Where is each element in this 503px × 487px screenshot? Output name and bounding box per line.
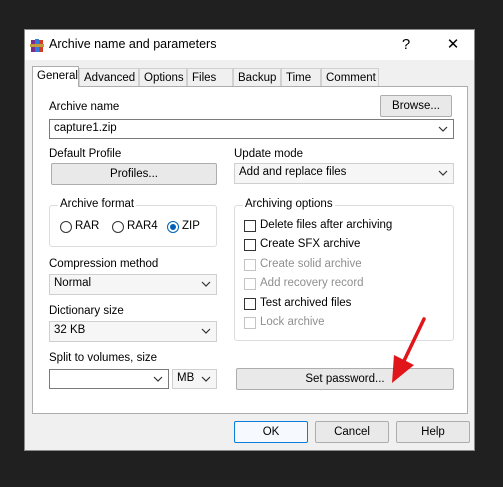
dictionary-size-combo[interactable]: 32 KB bbox=[49, 321, 217, 342]
checkbox-lock-archive bbox=[244, 317, 256, 329]
tab-advanced[interactable]: Advanced bbox=[79, 68, 139, 86]
radio-zip-label: ZIP bbox=[182, 220, 200, 232]
help-title-button[interactable]: ? bbox=[396, 35, 416, 55]
split-volumes-combo[interactable] bbox=[49, 369, 169, 389]
archive-name-value: capture1.zip bbox=[54, 122, 117, 134]
compression-method-combo[interactable]: Normal bbox=[49, 274, 217, 295]
archive-format-group: Archive format RAR RAR4 ZIP bbox=[49, 198, 217, 247]
red-arrow-icon bbox=[392, 317, 426, 383]
help-button[interactable]: Help bbox=[396, 421, 470, 443]
checkbox-test-files-label: Test archived files bbox=[260, 297, 352, 309]
checkbox-test-files[interactable] bbox=[244, 298, 256, 310]
chevron-down-icon bbox=[438, 126, 448, 132]
checkbox-delete-files[interactable] bbox=[244, 220, 256, 232]
dictionary-size-label: Dictionary size bbox=[49, 305, 124, 317]
checkbox-create-solid-label: Create solid archive bbox=[260, 258, 362, 270]
checkbox-create-sfx[interactable] bbox=[244, 239, 256, 251]
dictionary-size-value: 32 KB bbox=[54, 324, 86, 336]
chevron-down-icon bbox=[201, 328, 211, 334]
default-profile-label: Default Profile bbox=[49, 148, 122, 160]
cancel-button[interactable]: Cancel bbox=[315, 421, 389, 443]
dialog-window: Archive name and parameters ? ✕ General … bbox=[24, 29, 475, 451]
radio-zip[interactable] bbox=[167, 221, 179, 233]
tab-options[interactable]: Options bbox=[139, 68, 187, 86]
radio-rar4-label: RAR4 bbox=[127, 220, 158, 232]
checkbox-delete-files-label: Delete files after archiving bbox=[260, 219, 393, 231]
checkbox-create-sfx-label: Create SFX archive bbox=[260, 238, 361, 250]
compression-method-value: Normal bbox=[54, 277, 92, 289]
split-volumes-label: Split to volumes, size bbox=[49, 352, 158, 364]
browse-button[interactable]: Browse... bbox=[380, 95, 452, 117]
title-bar[interactable]: Archive name and parameters ? ✕ bbox=[25, 30, 474, 60]
checkbox-recovery-record-label: Add recovery record bbox=[260, 277, 364, 289]
chevron-down-icon bbox=[153, 376, 163, 382]
chevron-down-icon bbox=[201, 281, 211, 287]
tab-files[interactable]: Files bbox=[187, 68, 233, 86]
tab-comment[interactable]: Comment bbox=[321, 68, 379, 86]
radio-rar[interactable] bbox=[60, 221, 72, 233]
general-panel: Archive name Browse... capture1.zip Defa… bbox=[32, 86, 468, 414]
split-unit-value: MB bbox=[177, 372, 195, 384]
winrar-books-icon bbox=[30, 39, 44, 52]
radio-rar4[interactable] bbox=[112, 221, 124, 233]
update-mode-label: Update mode bbox=[234, 148, 304, 160]
archiving-options-title: Archiving options bbox=[243, 198, 335, 210]
chevron-down-icon bbox=[201, 376, 211, 382]
archive-name-label: Archive name bbox=[49, 101, 120, 113]
update-mode-value: Add and replace files bbox=[239, 166, 347, 178]
checkbox-create-solid bbox=[244, 259, 256, 271]
profiles-button[interactable]: Profiles... bbox=[51, 163, 217, 185]
ok-button[interactable]: OK bbox=[234, 421, 308, 443]
close-button[interactable]: ✕ bbox=[443, 35, 463, 55]
tab-time[interactable]: Time bbox=[281, 68, 321, 86]
checkbox-lock-archive-label: Lock archive bbox=[260, 316, 325, 328]
chevron-down-icon bbox=[438, 170, 448, 176]
tab-general[interactable]: General bbox=[32, 66, 79, 87]
archive-format-title: Archive format bbox=[58, 198, 137, 210]
split-unit-combo[interactable]: MB bbox=[172, 369, 217, 389]
radio-rar-label: RAR bbox=[75, 220, 100, 232]
window-title: Archive name and parameters bbox=[49, 37, 217, 51]
tab-backup[interactable]: Backup bbox=[233, 68, 281, 86]
checkbox-recovery-record bbox=[244, 278, 256, 290]
update-mode-combo[interactable]: Add and replace files bbox=[234, 163, 454, 184]
archive-name-combo[interactable]: capture1.zip bbox=[49, 119, 454, 139]
compression-method-label: Compression method bbox=[49, 258, 159, 270]
